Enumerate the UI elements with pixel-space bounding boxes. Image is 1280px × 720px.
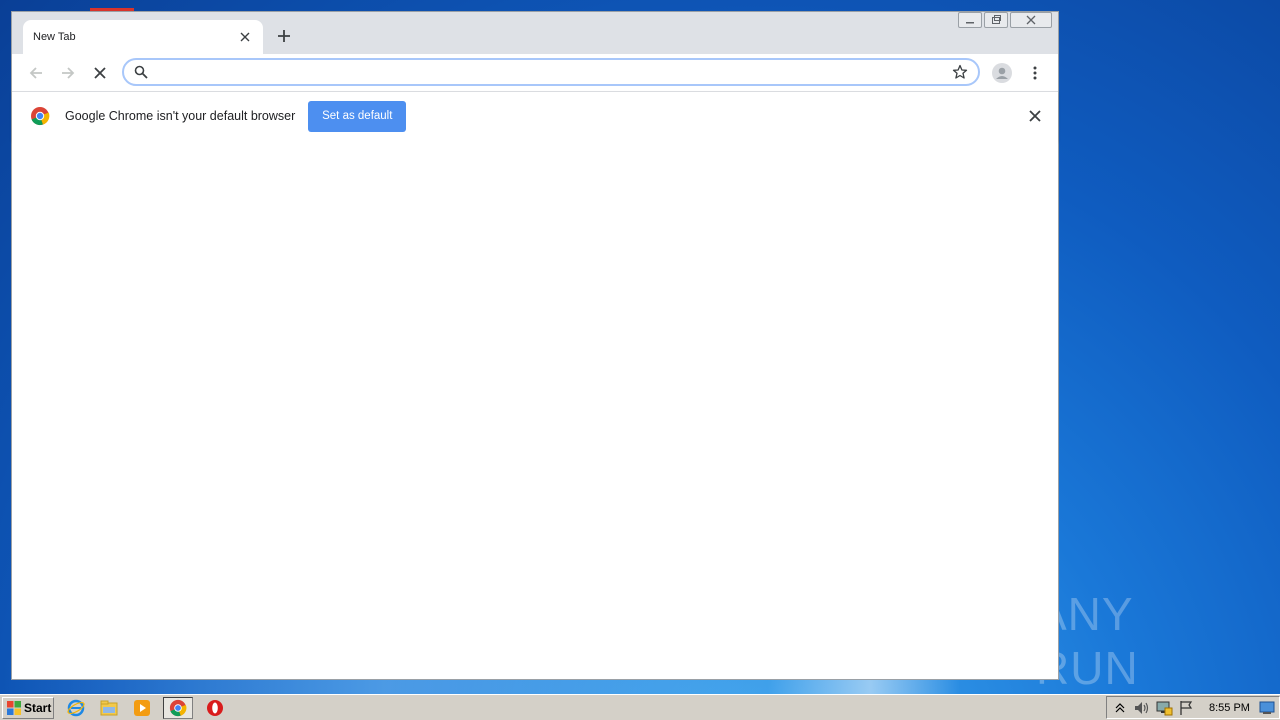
network-button[interactable]	[1155, 699, 1173, 717]
restore-icon	[992, 15, 1001, 24]
volume-button[interactable]	[1133, 699, 1151, 717]
windows-logo-icon	[7, 700, 21, 715]
minimize-button[interactable]	[958, 12, 982, 28]
chevron-up-icon	[1115, 702, 1125, 712]
close-icon	[1026, 15, 1036, 25]
plus-icon	[278, 30, 290, 42]
tab-title: New Tab	[33, 31, 76, 43]
taskbar-file-explorer[interactable]	[98, 697, 120, 719]
start-button[interactable]: Start	[2, 696, 54, 719]
taskbar-clock[interactable]: 8:55 PM	[1209, 702, 1250, 714]
infobar-close-button[interactable]	[1026, 107, 1044, 125]
star-icon[interactable]	[952, 64, 968, 80]
default-browser-infobar: Google Chrome isn't your default browser…	[12, 91, 1058, 140]
watermark-text: ANY RUN	[1036, 588, 1139, 694]
chrome-window: New Tab Google Chrome isn't your default…	[11, 11, 1059, 680]
flag-icon	[1180, 700, 1193, 715]
omnibox-input[interactable]	[156, 64, 952, 80]
close-icon	[1029, 110, 1041, 122]
folder-icon	[100, 700, 118, 715]
search-icon	[134, 65, 148, 79]
forward-button[interactable]	[52, 57, 84, 89]
menu-icon	[1033, 66, 1037, 80]
anyrun-watermark: ANY RUN	[1036, 588, 1236, 694]
restore-button[interactable]	[984, 12, 1008, 28]
chrome-icon	[31, 107, 50, 126]
network-icon	[1156, 701, 1173, 715]
start-label: Start	[24, 700, 52, 715]
opera-icon	[207, 699, 223, 716]
window-controls	[958, 12, 1052, 28]
chrome-menu-button[interactable]	[1024, 61, 1046, 85]
close-icon	[240, 32, 250, 42]
media-player-icon	[134, 699, 150, 716]
infobar-message: Google Chrome isn't your default browser	[65, 109, 296, 123]
window-close-button[interactable]	[1010, 12, 1052, 28]
tab-close-button[interactable]	[237, 29, 253, 45]
taskbar-internet-explorer[interactable]	[65, 697, 87, 719]
chrome-icon	[169, 699, 187, 716]
taskbar-media-player[interactable]	[131, 697, 153, 719]
taskbar: Start 8:55 PM	[0, 694, 1280, 720]
forward-icon	[62, 66, 75, 79]
stop-icon	[94, 66, 106, 79]
back-button[interactable]	[20, 57, 52, 89]
action-center-button[interactable]	[1177, 699, 1195, 717]
taskbar-opera[interactable]	[204, 697, 226, 719]
profile-button[interactable]	[990, 61, 1014, 85]
profile-icon	[992, 63, 1012, 83]
page-content	[12, 140, 1058, 679]
new-tab-button[interactable]	[274, 26, 294, 46]
set-as-default-button[interactable]: Set as default	[308, 100, 407, 132]
speaker-icon	[1135, 701, 1149, 714]
taskbar-chrome[interactable]	[163, 696, 193, 719]
address-bar[interactable]	[122, 58, 980, 86]
system-tray: 8:55 PM	[1106, 696, 1280, 719]
show-hidden-icons-button[interactable]	[1111, 699, 1129, 717]
minimize-icon	[966, 22, 974, 24]
browser-toolbar	[12, 54, 1058, 91]
internet-explorer-icon	[67, 699, 85, 716]
tab-new-tab[interactable]: New Tab	[23, 20, 263, 54]
stop-button[interactable]	[84, 57, 116, 89]
back-icon	[29, 66, 42, 79]
show-desktop-icon[interactable]	[1259, 700, 1275, 716]
